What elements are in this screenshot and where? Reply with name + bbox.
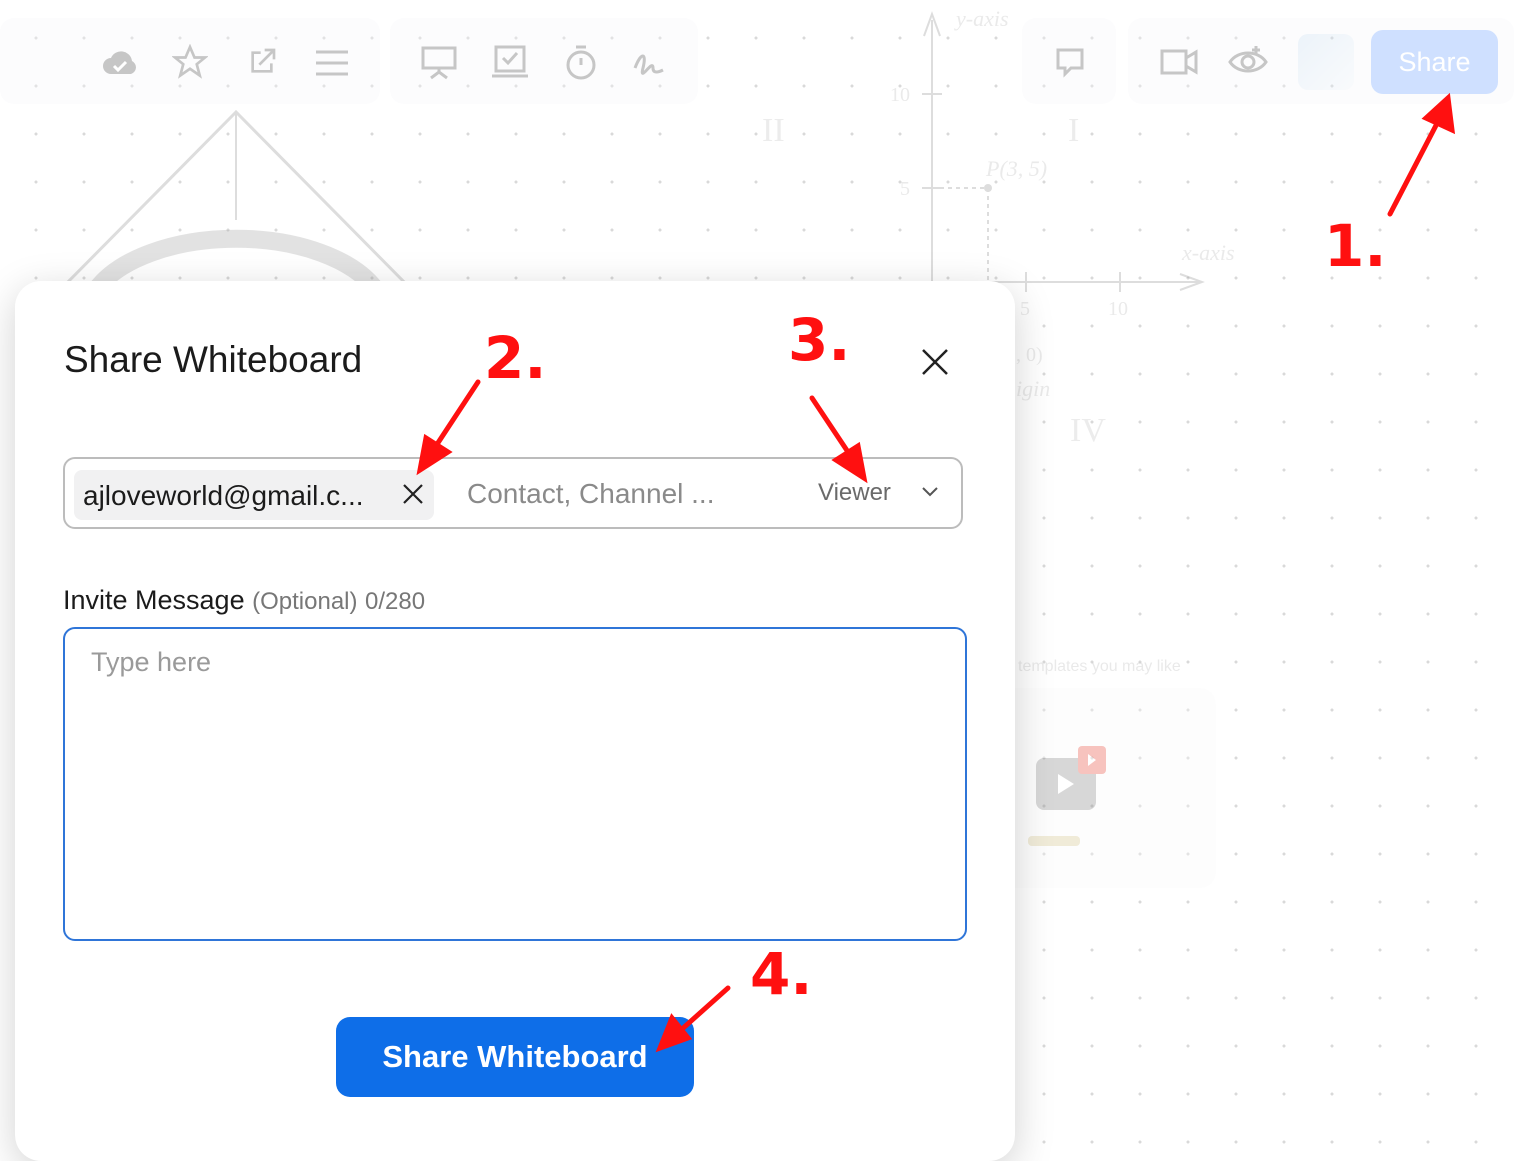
recipient-field[interactable]: ajloveworld@gmail.c... Viewer: [63, 457, 963, 529]
origin-label-fragment: igin: [1016, 376, 1051, 401]
menu-icon[interactable]: [314, 48, 350, 78]
recipient-chip[interactable]: ajloveworld@gmail.c...: [74, 470, 434, 520]
annotation-step-3: 3.: [788, 306, 851, 374]
quadrant-label: I: [1068, 112, 1080, 149]
invite-message-label: Invite Message (Optional) 0/280: [63, 585, 425, 616]
star-icon[interactable]: [172, 44, 208, 80]
annotation-step-4: 4.: [750, 940, 813, 1008]
share-top-button[interactable]: Share: [1371, 30, 1498, 94]
template-illustration: [1028, 746, 1106, 846]
x-axis-label: x-axis: [1182, 240, 1235, 265]
y-axis-label: y-axis: [956, 6, 1009, 31]
x-tick-label: 5: [1020, 298, 1030, 320]
contact-search-input[interactable]: [465, 473, 749, 515]
video-icon[interactable]: [1160, 48, 1198, 76]
y-tick-label: 10: [890, 84, 910, 106]
chevron-down-icon: [922, 487, 938, 497]
user-avatar[interactable]: [1298, 34, 1354, 90]
visibility-icon[interactable]: [1228, 44, 1268, 78]
share-dialog: Share Whiteboard ajloveworld@gmail.c... …: [15, 281, 1015, 1161]
optional-label: (Optional): [252, 588, 358, 615]
presentation-icon[interactable]: [420, 44, 458, 80]
role-dropdown[interactable]: Viewer: [818, 479, 938, 507]
dialog-title: Share Whiteboard: [64, 339, 363, 380]
remove-recipient-icon[interactable]: [402, 483, 424, 505]
quadrant-label: II: [762, 112, 785, 149]
invite-message-textarea[interactable]: [63, 627, 967, 941]
y-tick-label: 5: [900, 178, 910, 200]
recipient-chip-label: ajloveworld@gmail.c...: [83, 480, 364, 511]
character-counter: 0/280: [365, 588, 426, 615]
checklist-icon[interactable]: [490, 44, 530, 80]
x-tick-label: 10: [1108, 298, 1128, 320]
external-link-icon[interactable]: [246, 46, 278, 78]
origin-fragment: , 0): [1016, 344, 1043, 366]
close-icon[interactable]: [920, 347, 950, 377]
cloud-save-icon[interactable]: [102, 46, 138, 78]
timer-icon[interactable]: [564, 44, 598, 80]
chat-icon[interactable]: [1054, 46, 1086, 78]
templates-hint: templates you may like: [1018, 658, 1181, 675]
template-card[interactable]: [1000, 688, 1216, 888]
annotation-step-1: 1.: [1324, 212, 1387, 280]
share-whiteboard-button[interactable]: Share Whiteboard: [336, 1017, 694, 1097]
invite-message-title: Invite Message: [63, 585, 245, 615]
annotation-step-2: 2.: [484, 324, 547, 392]
quadrant-label: IV: [1070, 412, 1106, 449]
signature-icon[interactable]: [632, 48, 666, 78]
role-value: Viewer: [818, 479, 891, 506]
point-label: P(3, 5): [986, 156, 1048, 181]
